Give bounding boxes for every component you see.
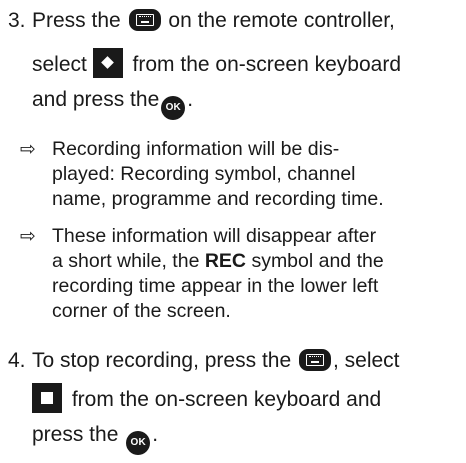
ok-button-icon: OK (126, 431, 151, 455)
step-4-line-2: from the on-screen keyboard and (32, 382, 463, 417)
step-number: 4. (8, 349, 26, 372)
note-1: ⇨ Recording information will be dis- pla… (20, 138, 384, 210)
rec-symbol-label: REC (204, 250, 247, 272)
arrow-right-icon: ⇨ (20, 226, 36, 247)
step-4-line-1: To stop recording, press the , select (32, 349, 400, 372)
keyboard-icon (298, 349, 331, 371)
stop-square-icon (32, 383, 62, 413)
keyboard-icon (128, 9, 161, 31)
ok-button-icon: OK (161, 96, 186, 120)
step-4: 4. To stop recording, press the , select… (8, 343, 463, 455)
arrow-right-icon: ⇨ (20, 139, 36, 160)
step-3: 3. Press the on the remote controller, s… (8, 3, 463, 120)
step-3-line-1: Press the on the remote controller, (32, 9, 395, 32)
record-diamond-icon (92, 48, 123, 78)
step-3-line-3: and press the OK. (32, 82, 463, 120)
step-4-line-3: press the OK. (32, 417, 463, 455)
step-number: 3. (8, 9, 26, 32)
step-3-line-2: select from the on-screen keyboard (32, 47, 463, 82)
note-2: ⇨ These information will disappear after… (20, 225, 384, 322)
manual-page: 3. Press the on the remote controller, s… (0, 0, 466, 463)
